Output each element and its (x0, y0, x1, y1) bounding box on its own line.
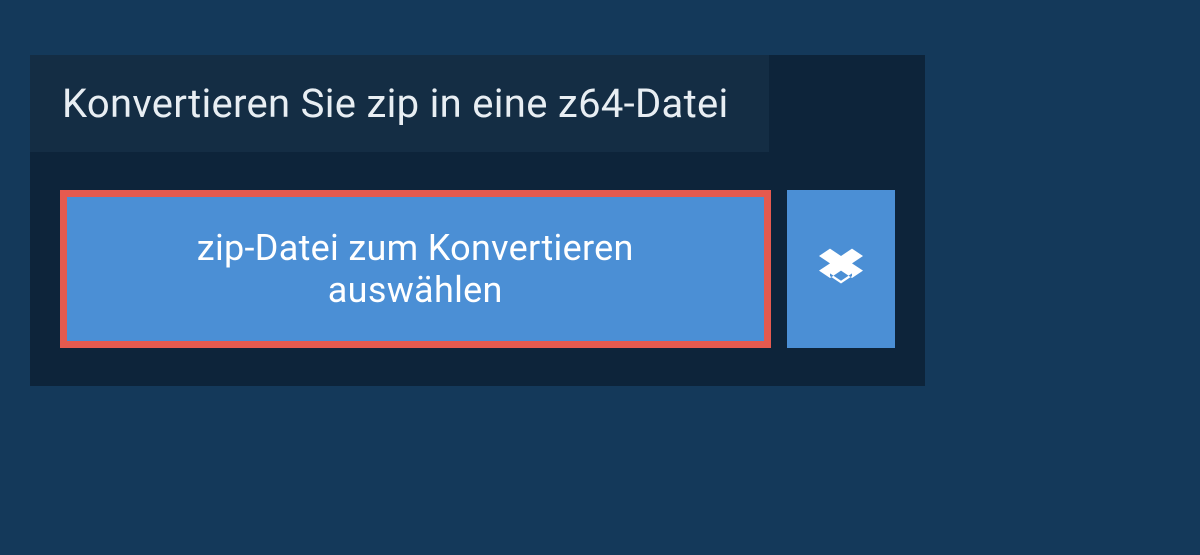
dropbox-button[interactable] (787, 190, 895, 348)
choose-file-button[interactable]: zip-Datei zum Konvertieren auswählen (60, 190, 771, 348)
heading-bar: Konvertieren Sie zip in eine z64-Datei (30, 55, 769, 152)
converter-panel: Konvertieren Sie zip in eine z64-Datei z… (30, 55, 925, 386)
choose-file-label: zip-Datei zum Konvertieren auswählen (109, 227, 722, 311)
button-row: zip-Datei zum Konvertieren auswählen (30, 152, 925, 386)
dropbox-icon (819, 245, 863, 293)
page-title: Konvertieren Sie zip in eine z64-Datei (62, 80, 729, 127)
